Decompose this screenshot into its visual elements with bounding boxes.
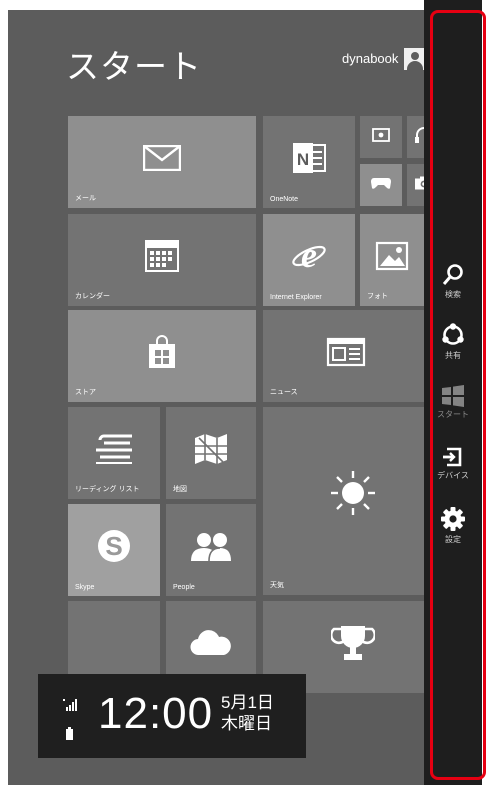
charm-label: 設定 — [445, 535, 461, 544]
calendar-icon — [144, 239, 180, 273]
charm-start[interactable]: スタート — [424, 385, 482, 420]
user-name[interactable]: dynabook — [342, 51, 398, 66]
charm-settings[interactable]: 設定 — [424, 506, 482, 545]
svg-text:e: e — [301, 237, 317, 275]
tile-label: カレンダー — [75, 293, 110, 300]
shopping-bag-icon — [147, 335, 177, 369]
sun-icon — [329, 469, 377, 517]
tile-label: Skype — [75, 584, 95, 591]
clock-date: 5月1日 木曜日 — [221, 692, 274, 734]
tile-label: リーディング リスト — [75, 486, 140, 493]
clock-overlay: 12:00 5月1日 木曜日 — [38, 674, 306, 758]
tile-label: People — [173, 584, 195, 591]
charm-label: 共有 — [445, 351, 461, 360]
devices-icon — [424, 446, 482, 468]
tile-onenote[interactable]: N OneNote — [263, 116, 355, 208]
svg-text:N: N — [297, 150, 309, 169]
svg-text:S: S — [105, 531, 122, 561]
charm-label: 検索 — [445, 290, 461, 299]
envelope-icon — [143, 145, 181, 172]
tile-label: フォト — [367, 293, 388, 300]
page-title: スタート — [66, 48, 202, 85]
people-icon — [190, 531, 232, 562]
tile-mail[interactable]: メール — [68, 116, 256, 208]
skype-icon: S — [96, 528, 132, 564]
signal-icon — [63, 698, 77, 715]
tile-label: OneNote — [270, 196, 299, 203]
tile-label: Internet Explorer — [270, 294, 322, 301]
video-icon — [372, 128, 390, 143]
status-icons — [63, 698, 77, 745]
windows-logo-icon — [424, 385, 482, 407]
tile-internet-explorer[interactable]: e Internet Explorer — [263, 214, 355, 306]
tile-reading-list[interactable]: リーディング リスト — [68, 407, 160, 499]
controller-icon — [370, 176, 392, 190]
reading-list-icon — [94, 434, 134, 465]
onenote-icon: N — [291, 140, 327, 176]
tile-skype[interactable]: S Skype — [68, 504, 160, 596]
battery-icon — [66, 727, 77, 745]
tile-calendar[interactable]: カレンダー — [68, 214, 256, 306]
charm-label: デバイス — [437, 471, 469, 480]
search-icon — [424, 263, 482, 287]
photo-icon — [375, 241, 409, 271]
share-icon — [424, 322, 482, 348]
tile-store[interactable]: ストア — [68, 310, 256, 402]
charm-share[interactable]: 共有 — [424, 322, 482, 361]
news-icon — [326, 337, 366, 367]
tile-games[interactable] — [360, 164, 402, 206]
internet-explorer-icon: e — [290, 237, 328, 275]
gear-icon — [424, 506, 482, 532]
clock-time: 12:00 — [98, 689, 214, 738]
clock-date-weekday: 木曜日 — [221, 714, 272, 733]
tile-label: ストア — [75, 389, 96, 396]
user-avatar-icon[interactable] — [404, 48, 426, 70]
tile-label: メール — [75, 195, 96, 202]
charm-devices[interactable]: デバイス — [424, 446, 482, 481]
tile-label: 天気 — [270, 582, 284, 589]
map-icon — [193, 432, 229, 466]
charm-label: スタート — [437, 410, 469, 419]
clock-date-day: 5月1日 — [221, 693, 274, 712]
charm-search[interactable]: 検索 — [424, 263, 482, 300]
trophy-icon — [331, 624, 376, 662]
tile-news[interactable]: ニュース — [263, 310, 451, 402]
tile-weather[interactable]: 天気 — [263, 407, 451, 595]
start-screen: スタート dynabook メール N OneNote カレンダー e Inte… — [8, 10, 482, 785]
tile-maps[interactable]: 地図 — [166, 407, 256, 499]
tile-people[interactable]: People — [166, 504, 256, 596]
tile-video[interactable] — [360, 116, 402, 158]
tile-label: ニュース — [270, 389, 298, 396]
tile-label: 地図 — [173, 486, 187, 493]
cloud-icon — [189, 629, 233, 657]
